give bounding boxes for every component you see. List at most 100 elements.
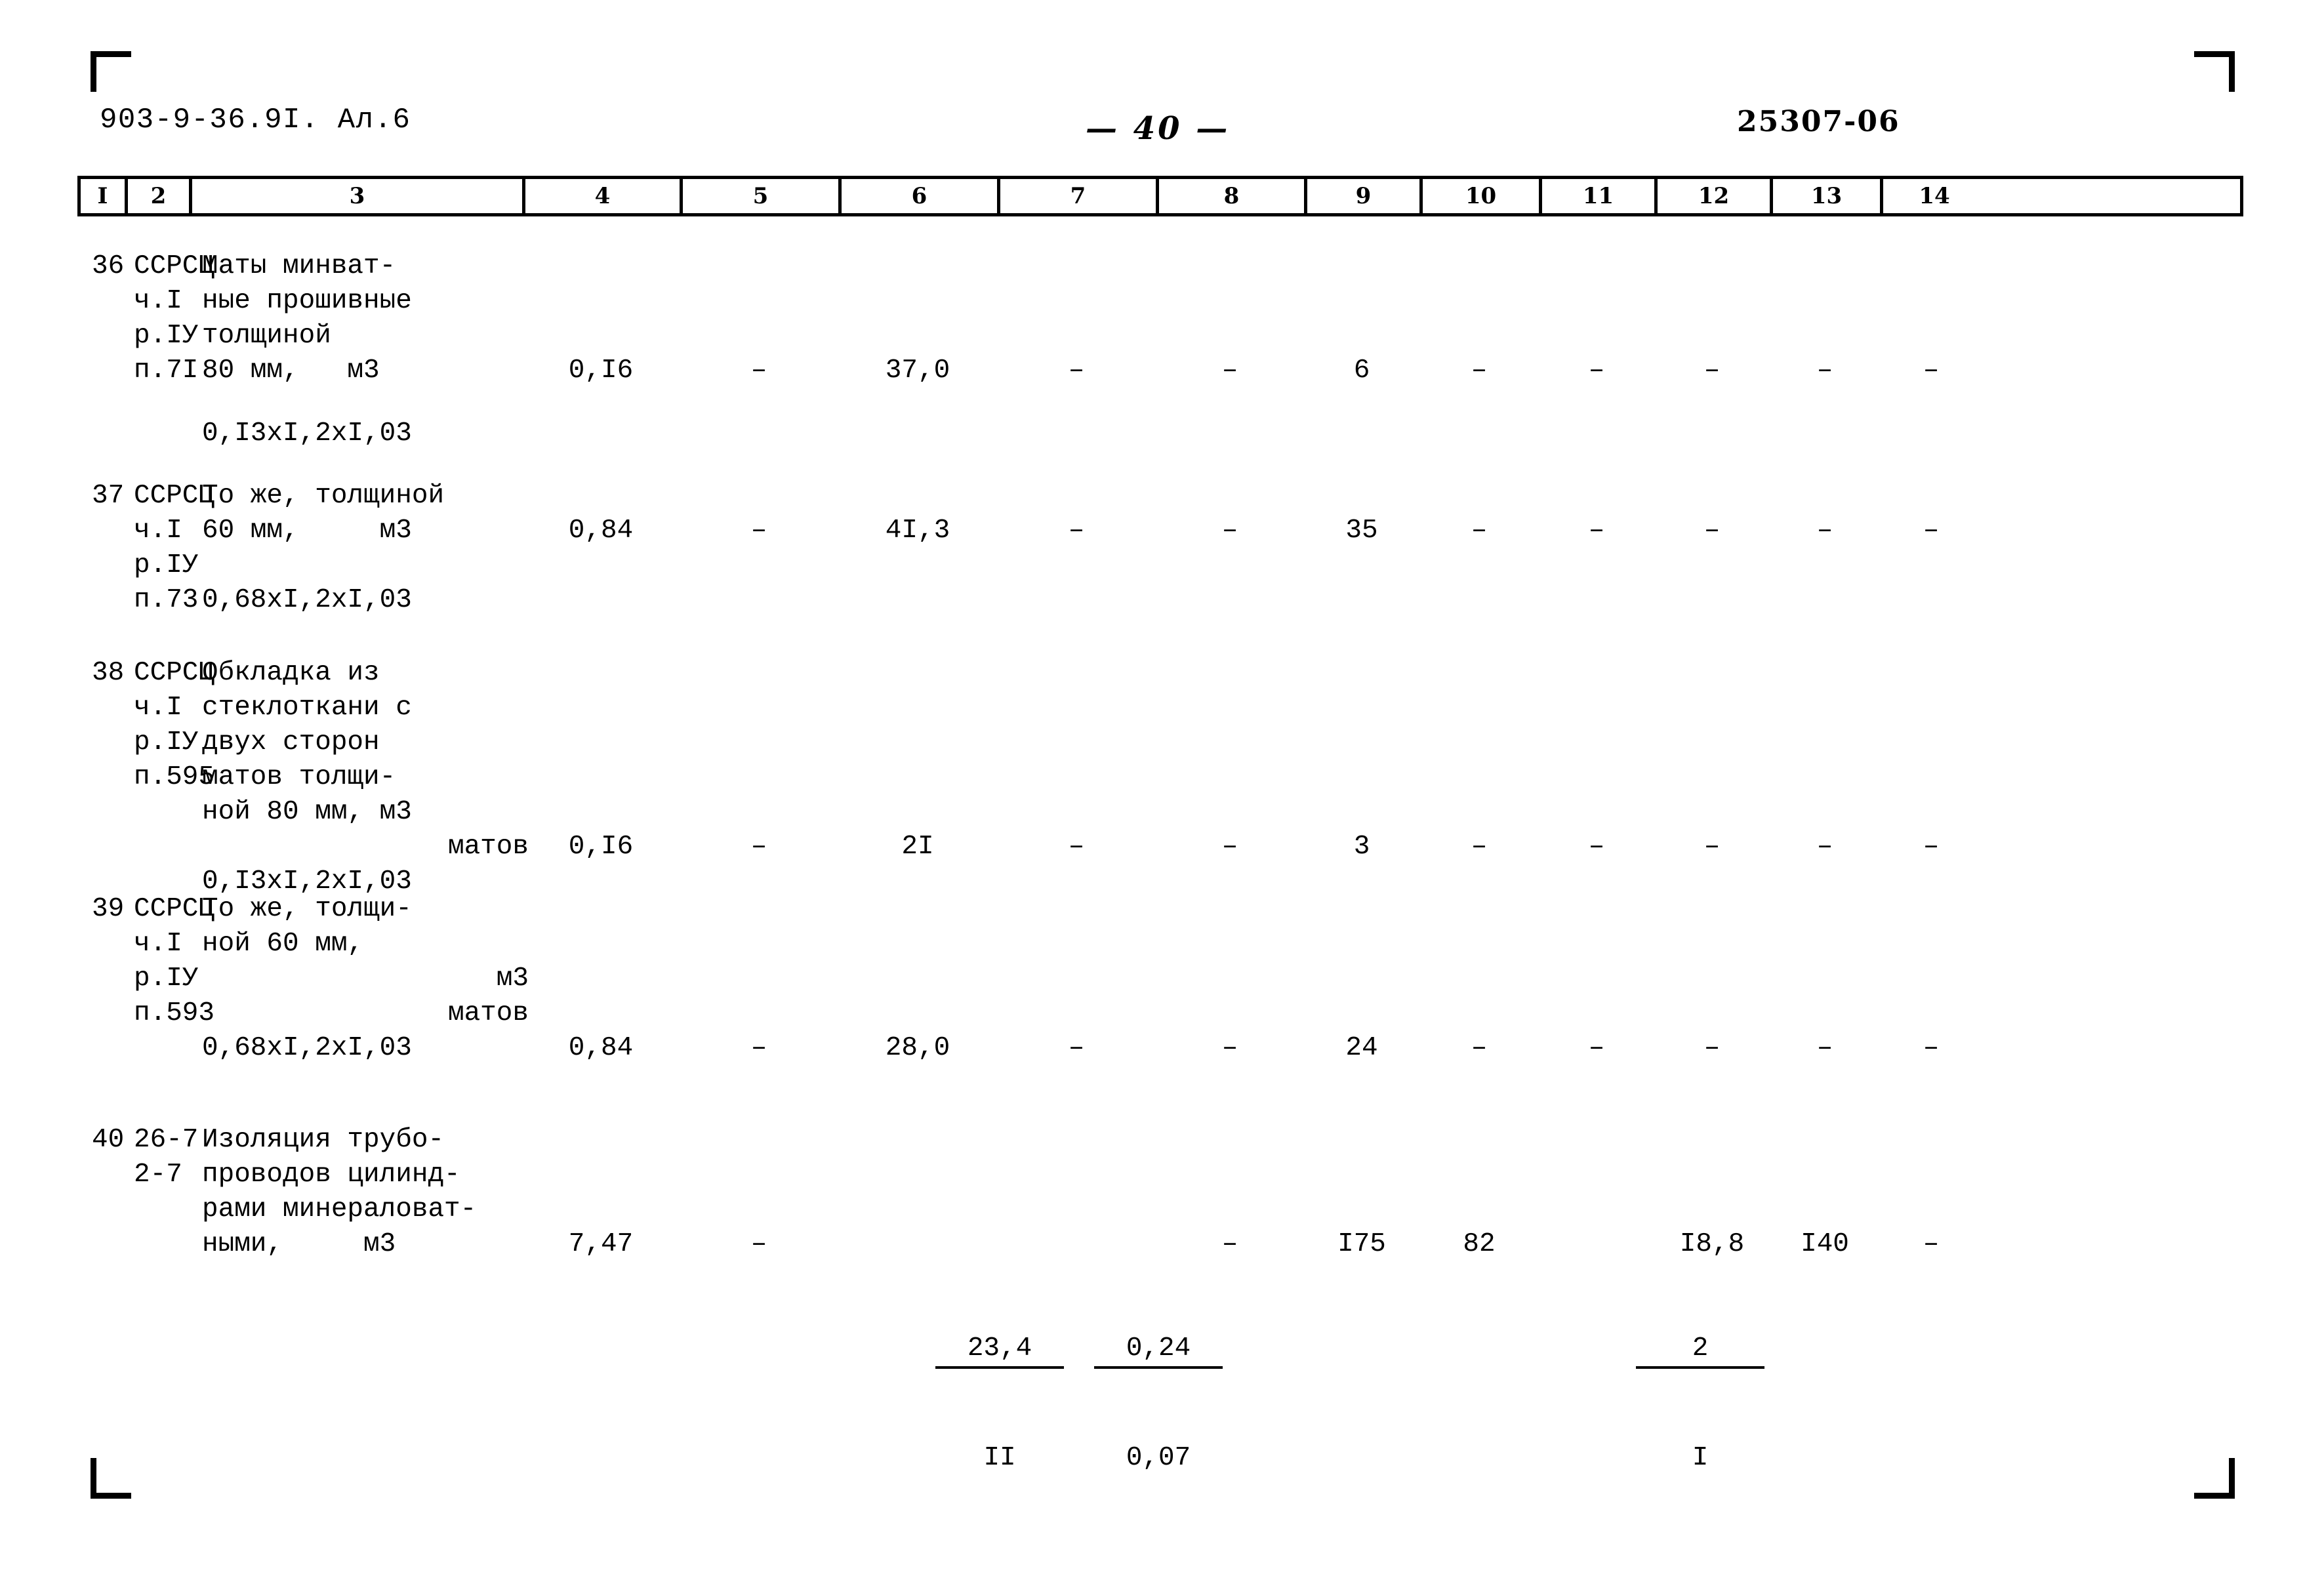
column-number-9: 9 <box>1307 179 1423 213</box>
document-code: 903-9-36.9I. Ал.6 <box>100 104 411 136</box>
row-col8: – <box>1221 832 1238 862</box>
row-col14: – <box>1923 355 1940 386</box>
fraction-numerator: 0,24 <box>1093 1331 1223 1369</box>
row-item-number: 37 <box>92 481 125 511</box>
archive-stamp-code: 25307-06 <box>1737 105 1900 138</box>
crop-mark-bottom-left <box>91 1458 131 1499</box>
row-norm-code: ССРСЦ ч.I р.IУ п.593 <box>134 894 215 1028</box>
table-column-number-band: I 2 3 4 5 6 7 8 9 10 11 12 13 14 <box>77 176 2243 216</box>
page-number: — 40 — <box>1086 110 1231 147</box>
row-col7: – <box>1068 832 1085 862</box>
row-col13: – <box>1816 832 1833 862</box>
row-item-number: 38 <box>92 658 125 688</box>
column-number-2: 2 <box>128 179 192 213</box>
row-col14: – <box>1923 1033 1940 1063</box>
row-col11: – <box>1588 516 1605 546</box>
row-col12: I8,8 <box>1679 1229 1745 1259</box>
row-col6: 2I <box>901 832 934 862</box>
row-col13: – <box>1816 355 1833 386</box>
row-dimensions: 0,68xI,2xI,03 <box>202 585 412 615</box>
row-item-number: 39 <box>92 894 125 924</box>
row-col9: I75 <box>1337 1229 1386 1259</box>
row-col10: – <box>1471 832 1488 862</box>
column-number-1: I <box>81 179 128 213</box>
row-col7: – <box>1068 355 1085 386</box>
row-col10: – <box>1471 1033 1488 1063</box>
row-col12: – <box>1703 1033 1721 1063</box>
column-number-8: 8 <box>1159 179 1307 213</box>
row-col6: 37,0 <box>885 355 950 386</box>
column-number-3: 3 <box>192 179 525 213</box>
row-col13: – <box>1816 1033 1833 1063</box>
row-col8: – <box>1221 516 1238 546</box>
row-norm-code: ССРСЦ ч.I р.IУ п.7I <box>134 251 215 386</box>
column-number-13: 13 <box>1773 179 1883 213</box>
row-col6: 28,0 <box>885 1033 950 1063</box>
row-description: Маты минват- ные прошивные толщиной 80 м… <box>202 251 412 386</box>
row-col11: 2 I <box>1539 1123 1765 1580</box>
row-col9: 6 <box>1353 355 1370 386</box>
row-dimensions: 0,I3xI,2xI,03 <box>202 418 412 449</box>
row-col13: – <box>1816 516 1833 546</box>
column-number-12: 12 <box>1658 179 1773 213</box>
row-col14: – <box>1923 832 1940 862</box>
row-col10: – <box>1471 516 1488 546</box>
table-row: 38 ССРСЦ ч.I р.IУ п.595 Обкладка из стек… <box>77 656 2243 897</box>
row-description: То же, толщиной 60 мм, м3 <box>202 481 445 546</box>
row-description-suffix: матов <box>447 998 529 1028</box>
crop-mark-top-right <box>2194 51 2235 92</box>
column-number-7: 7 <box>1000 179 1159 213</box>
row-col14: – <box>1923 516 1940 546</box>
row-col6: 23,4 II <box>838 1123 1065 1580</box>
row-col10: 82 <box>1463 1229 1496 1259</box>
column-number-14: 14 <box>1919 183 1950 209</box>
table-row: 37 ССРСЦ ч.I р.IУ п.73 То же, толщиной 6… <box>77 479 2243 624</box>
row-col5: – <box>750 1033 767 1063</box>
row-col6: 4I,3 <box>885 516 950 546</box>
crop-mark-bottom-right <box>2194 1458 2235 1499</box>
row-col11: – <box>1588 832 1605 862</box>
row-description: Обкладка из стеклоткани с двух сторон ма… <box>202 658 412 827</box>
row-col5: – <box>750 1229 767 1259</box>
row-col14: – <box>1923 1229 1940 1259</box>
column-number-4: 4 <box>525 179 683 213</box>
row-col4: 7,47 <box>568 1229 634 1259</box>
row-col4: 0,I6 <box>568 832 634 862</box>
row-col4: 0,84 <box>568 1033 634 1063</box>
column-number-6: 6 <box>842 179 1000 213</box>
row-col7: – <box>1068 1033 1085 1063</box>
row-col7: 0,24 0,07 <box>997 1123 1223 1580</box>
row-description-unit: м3 <box>496 963 529 994</box>
row-description-suffix: матов <box>447 832 529 862</box>
row-col10: – <box>1471 355 1488 386</box>
row-col11: – <box>1588 355 1605 386</box>
row-col9: 3 <box>1353 832 1370 862</box>
row-description: То же, толщи- ной 60 мм, <box>202 894 412 959</box>
row-col5: – <box>750 355 767 386</box>
row-item-number: 40 <box>92 1125 125 1155</box>
row-col8: – <box>1221 355 1238 386</box>
row-col8: – <box>1221 1033 1238 1063</box>
row-col5: – <box>750 516 767 546</box>
row-col8: – <box>1221 1229 1238 1259</box>
fraction-value: 2 I <box>1635 1262 1765 1545</box>
specification-table: 3 6 ССРСЦ ч.I р.IУ п.7I Маты минват- ные … <box>77 249 2243 1473</box>
table-row: 36 ССРСЦ ч.I р.IУ п.7I Маты минват- ные … <box>77 249 2243 449</box>
row-col9: 35 <box>1345 516 1378 546</box>
row-col11: – <box>1588 1033 1605 1063</box>
row-col4: 0,84 <box>568 516 634 546</box>
row-col7: – <box>1068 516 1085 546</box>
row-col9: 24 <box>1345 1033 1378 1063</box>
column-number-11: 11 <box>1542 179 1658 213</box>
column-number-10: 10 <box>1423 179 1542 213</box>
table-row: 40 26-7 2-7 Изоляция трубо- проводов цил… <box>77 1123 2243 1473</box>
column-number-5: 5 <box>683 179 842 213</box>
row-col13: I40 <box>1801 1229 1849 1259</box>
fraction-denominator: 0,07 <box>1126 1443 1191 1473</box>
row-col12: – <box>1703 355 1721 386</box>
fraction-denominator: I <box>1692 1443 1709 1473</box>
row-col4: 0,I6 <box>568 355 634 386</box>
crop-mark-top-left <box>91 51 131 92</box>
fraction-value: 0,24 0,07 <box>1093 1262 1223 1545</box>
row-description: Изоляция трубо- проводов цилинд- рами ми… <box>202 1125 477 1259</box>
